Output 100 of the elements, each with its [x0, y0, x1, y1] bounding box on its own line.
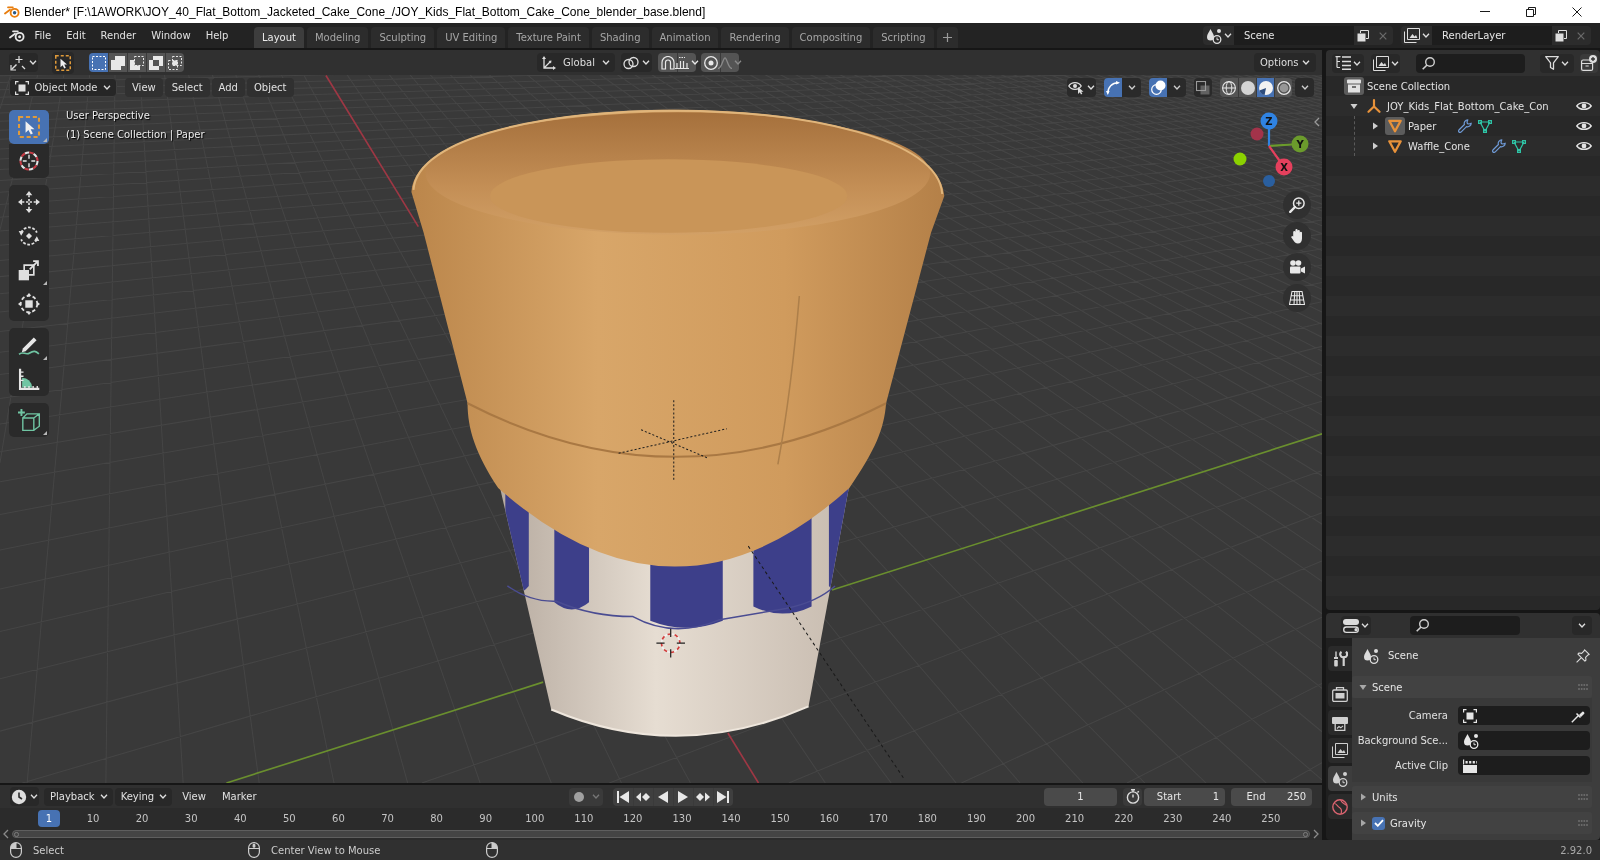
select-box-tool-button[interactable] — [9, 110, 49, 144]
overlay-options-button[interactable] — [1167, 78, 1186, 97]
shading-options-button[interactable] — [1295, 78, 1314, 97]
jump-to-end-button[interactable] — [712, 787, 733, 806]
wrench-icon[interactable] — [1458, 119, 1473, 133]
outliner-item[interactable]: Waffle_Cone — [1371, 136, 1600, 156]
render-tab[interactable] — [1328, 682, 1352, 707]
duplicate-button[interactable] — [1552, 26, 1570, 45]
play-reverse-button[interactable] — [652, 787, 673, 806]
falloff-dropdown[interactable] — [720, 53, 739, 72]
menu-item[interactable]: Help — [198, 25, 236, 46]
workspace-tab[interactable]: Modeling — [306, 27, 369, 48]
disclosure-triangle-icon[interactable] — [1372, 142, 1378, 150]
search-field[interactable] — [1410, 616, 1520, 635]
menu-item[interactable]: Object — [246, 78, 294, 97]
cursor-tool-button[interactable] — [9, 144, 49, 178]
move-tool-button[interactable] — [9, 185, 49, 219]
drag-handle-icon[interactable] — [1578, 684, 1588, 690]
options-dropdown[interactable]: Options — [1254, 53, 1316, 72]
rendered-shading-button[interactable] — [1274, 78, 1292, 97]
outliner-item[interactable]: Scene Collection — [1344, 76, 1600, 96]
filter-button[interactable] — [1540, 53, 1575, 73]
scroll-handle-icon[interactable] — [1303, 831, 1308, 837]
overlay-toggle[interactable] — [1149, 78, 1167, 97]
add-cube-tool-button[interactable] — [9, 403, 49, 437]
scrollbar-thumb[interactable] — [12, 830, 1310, 838]
search-field[interactable] — [1416, 53, 1526, 73]
output-tab[interactable] — [1328, 710, 1352, 735]
menu-item[interactable]: Edit — [58, 25, 94, 46]
editor-type-button[interactable] — [1332, 53, 1364, 73]
eye-icon[interactable] — [1576, 101, 1592, 111]
navigation-gizmo[interactable]: Z Y X — [1227, 101, 1311, 189]
y-axis-ball[interactable]: Y — [1291, 135, 1309, 153]
active-clip-field[interactable] — [1458, 756, 1590, 775]
eye-icon[interactable] — [1576, 121, 1592, 131]
workspace-tab[interactable]: Sculpting — [371, 27, 435, 48]
end-frame-field[interactable]: End 250 — [1231, 787, 1312, 806]
workspace-tab[interactable]: Texture Paint — [508, 27, 589, 48]
workspace-tab[interactable]: Shading — [591, 27, 649, 48]
select-extend-button[interactable] — [108, 53, 127, 72]
select-subtract-button[interactable] — [127, 53, 146, 72]
menu-item[interactable]: Add — [211, 78, 245, 97]
start-frame-field[interactable]: Start 1 — [1144, 787, 1225, 806]
menu-dropdown[interactable]: Playback — [44, 787, 113, 806]
camera-view-button[interactable] — [1283, 253, 1311, 281]
view-layer-tab[interactable] — [1328, 738, 1352, 763]
jump-to-start-button[interactable] — [612, 787, 633, 806]
options-dropdown[interactable] — [1572, 616, 1592, 635]
workspace-tab[interactable]: Rendering — [721, 27, 789, 48]
workspace-tab[interactable]: Compositing — [791, 27, 871, 48]
background-scene-field[interactable] — [1458, 731, 1590, 750]
menu-item[interactable]: Marker — [215, 787, 263, 806]
perspective-toggle-button[interactable] — [1283, 284, 1311, 312]
panel-header[interactable]: Units — [1352, 786, 1592, 808]
preview-range-toggle[interactable] — [1123, 787, 1142, 806]
mesh-data-icon[interactable] — [1478, 119, 1493, 133]
transform-tool-button[interactable] — [9, 287, 49, 321]
wrench-icon[interactable] — [1491, 139, 1506, 153]
pivot-point-dropdown[interactable] — [621, 53, 652, 72]
solid-shading-button[interactable] — [1238, 78, 1256, 97]
orientation-dropdown[interactable]: Global — [537, 53, 615, 72]
checkbox[interactable] — [1372, 816, 1385, 830]
menu-item[interactable]: View — [125, 78, 163, 97]
snap-target-dropdown[interactable] — [677, 53, 696, 72]
duplicate-button[interactable] — [1354, 26, 1372, 45]
menu-dropdown[interactable]: Keying — [114, 787, 173, 806]
negative-y-axis-ball[interactable] — [1233, 152, 1247, 166]
annotate-tool-button[interactable] — [9, 328, 49, 362]
editor-type-button[interactable] — [1341, 616, 1371, 635]
menu-item[interactable]: Render — [93, 25, 144, 46]
workspace-tab[interactable]: Animation — [651, 27, 719, 48]
select-difference-button[interactable] — [146, 53, 165, 72]
previous-keyframe-button[interactable] — [632, 787, 653, 806]
active-tool-button[interactable] — [52, 51, 74, 74]
select-intersect-button[interactable] — [165, 53, 184, 72]
visibility-dropdown[interactable] — [1067, 78, 1096, 97]
xray-toggle[interactable] — [1194, 78, 1212, 97]
panel-header[interactable]: Scene — [1352, 676, 1592, 698]
workspace-tab[interactable]: UV Editing — [437, 27, 506, 48]
auto-keying-button[interactable] — [568, 787, 589, 806]
display-mode-button[interactable] — [1370, 53, 1401, 73]
view-layer-name-field[interactable]: RenderLayer — [1432, 26, 1552, 45]
mode-dropdown[interactable]: Object Mode — [9, 78, 117, 97]
select-new-button[interactable] — [89, 53, 108, 72]
outliner-item[interactable]: Paper — [1371, 116, 1600, 136]
menu-item[interactable]: Window — [143, 25, 199, 46]
outliner-item[interactable]: JOY_Kids_Flat_Bottom_Cake_Con — [1350, 96, 1600, 116]
scene-browse-button[interactable] — [1203, 26, 1234, 45]
zoom-button[interactable] — [1283, 191, 1311, 219]
menu-item[interactable]: File — [27, 25, 59, 46]
new-collection-button[interactable] — [1580, 53, 1598, 73]
disclosure-triangle-icon[interactable] — [1350, 103, 1358, 109]
scroll-handle-icon[interactable] — [14, 831, 19, 837]
snap-toggle[interactable] — [658, 53, 677, 72]
x-axis-ball[interactable]: X — [1275, 158, 1293, 176]
eye-icon[interactable] — [1576, 141, 1592, 151]
proportional-editing-toggle[interactable] — [701, 53, 720, 72]
scene-name-field[interactable]: Scene — [1234, 26, 1354, 45]
wireframe-shading-button[interactable] — [1220, 78, 1238, 97]
menu-item[interactable]: View — [176, 787, 212, 806]
